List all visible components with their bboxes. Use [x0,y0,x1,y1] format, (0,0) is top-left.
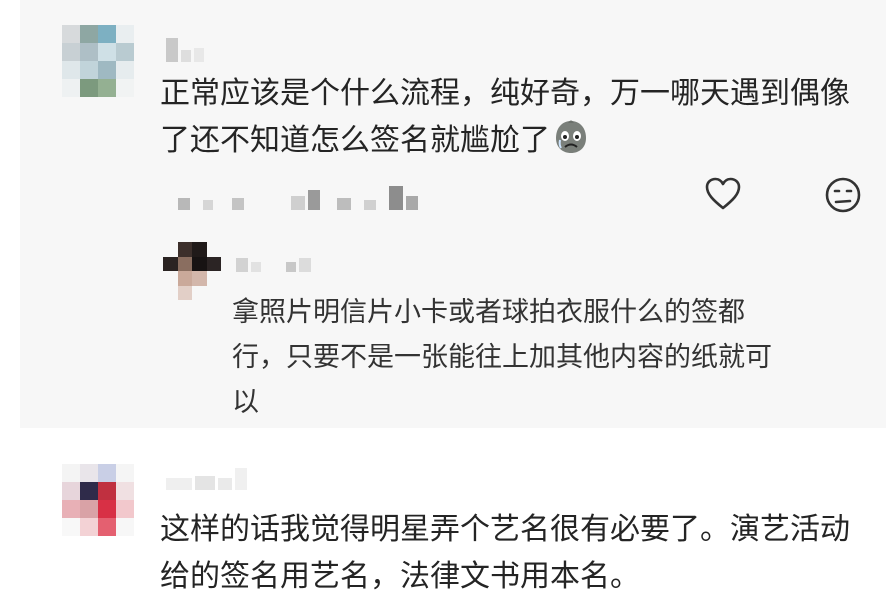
avatar[interactable] [62,25,134,97]
reply-text-line: 以 [232,387,259,418]
username-redacted[interactable] [166,468,247,490]
heart-icon[interactable] [703,174,743,214]
comment-text-line: 给的签名用艺名，法律文书用本名。 [160,559,640,594]
reply-avatar[interactable] [163,242,221,300]
reply-username-redacted[interactable] [236,258,311,272]
comment-text-line: 这样的话我觉得明星弄个艺名很有必要了。演艺活动 [160,512,850,547]
crying-face-emoji-icon [552,118,590,156]
reply-text-line: 拿照片明信片小卡或者球拍衣服什么的签都 [232,297,745,328]
username-redacted[interactable] [166,38,204,62]
comment-text: 这样的话我觉得明星弄个艺名很有必要了。演艺活动 给的签名用艺名，法律文书用本名。 [160,506,850,600]
comment-text: 正常应该是个什么流程，纯好奇，万一哪天遇到偶像 了还不知道怎么签名就尴尬了 [160,70,850,164]
reply-text: 拿照片明信片小卡或者球拍衣服什么的签都 行，只要不是一张能往上加其他内容的纸就可… [232,290,772,425]
comment-text-line: 正常应该是个什么流程，纯好奇，万一哪天遇到偶像 [160,76,850,111]
comment-text-line: 了还不知道怎么签名就尴尬了 [160,123,550,158]
comment-meta-redacted [178,186,418,210]
avatar[interactable] [62,464,134,536]
frown-face-icon[interactable] [823,175,863,215]
reply-text-line: 行，只要不是一张能往上加其他内容的纸就可 [232,342,772,373]
